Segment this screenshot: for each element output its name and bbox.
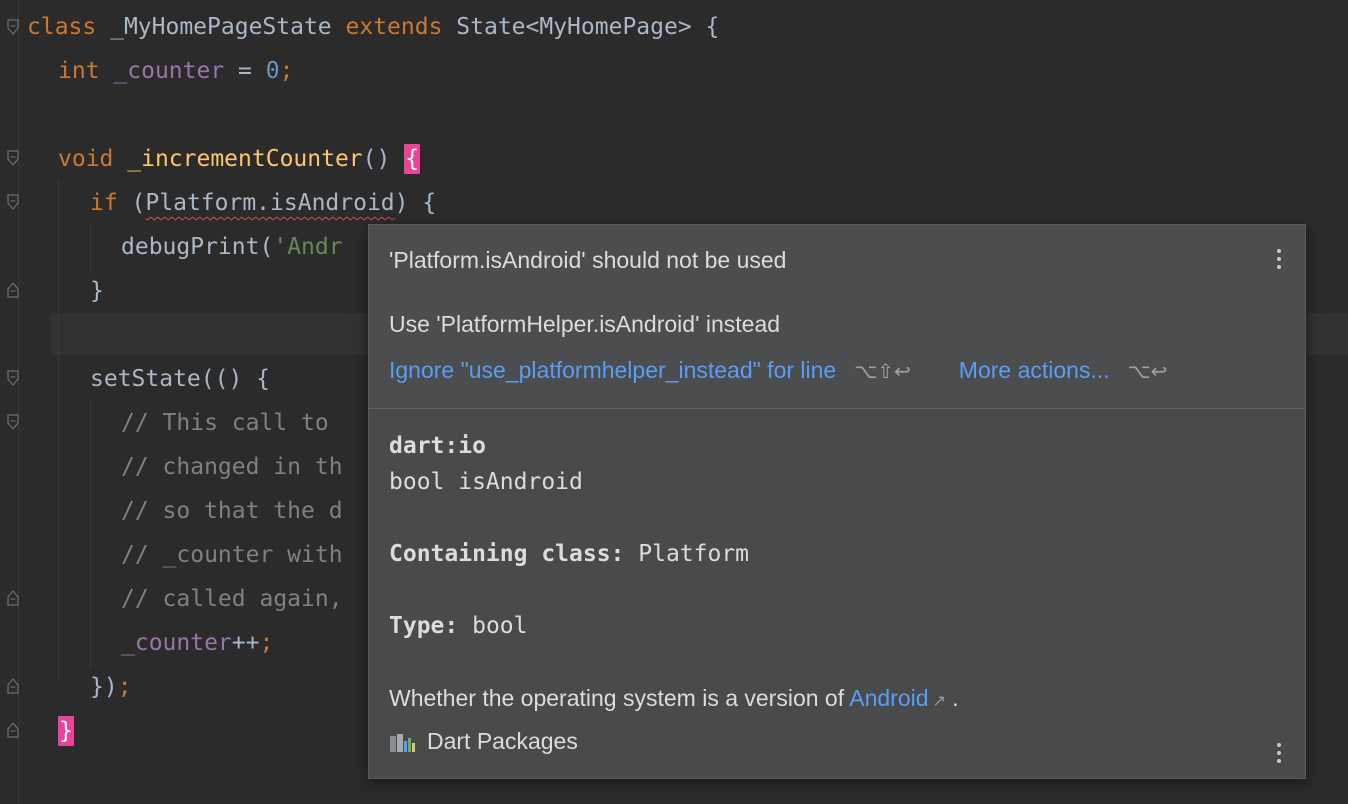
code-line-method-end[interactable]: }	[58, 709, 74, 753]
string-literal: 'Andr	[273, 234, 343, 260]
doc-description: Whether the operating system is a versio…	[389, 685, 959, 712]
description-end: .	[945, 685, 959, 711]
params: ()	[362, 146, 405, 172]
more-actions-shortcut: ⌥↩	[1127, 359, 1168, 383]
field-name: _counter	[121, 630, 232, 656]
function-call: debugPrint	[121, 234, 260, 260]
closure-open: (() {	[200, 366, 271, 392]
type-label: Type:	[389, 613, 459, 639]
type-keyword: int	[58, 58, 100, 84]
doc-signature: bool isAndroid	[389, 469, 583, 495]
code-line-counter-field[interactable]: int _counter = 0;	[58, 49, 293, 93]
method-name: _incrementCounter	[127, 146, 363, 172]
external-link-icon: ↗	[932, 693, 946, 710]
matched-brace-highlight: }	[58, 716, 74, 746]
fold-collapse-icon[interactable]	[7, 19, 19, 35]
popup-documentation-section	[369, 409, 1305, 778]
semicolon: ;	[279, 58, 294, 84]
ignore-lint-link[interactable]: Ignore "use_platformhelper_instead" for …	[389, 357, 836, 383]
fold-end-icon[interactable]	[7, 590, 19, 606]
android-link[interactable]: Android	[849, 685, 928, 711]
number-literal: 0	[265, 58, 280, 84]
fold-collapse-icon[interactable]	[7, 370, 19, 386]
code-line-comment[interactable]: // _counter with	[121, 533, 343, 577]
code-line-increment[interactable]: _counter++;	[121, 621, 273, 665]
fold-end-icon[interactable]	[7, 722, 19, 738]
doc-source: Dart Packages	[389, 728, 578, 755]
code-line-comment[interactable]: // changed in th	[121, 445, 343, 489]
keyword: class	[27, 14, 97, 40]
indent-guide	[58, 180, 59, 680]
doc-type: Type: bool	[389, 613, 528, 639]
field-name: _counter	[113, 58, 225, 84]
code-line-close-brace[interactable]: }	[90, 269, 104, 313]
code-line-set-state[interactable]: setState(() {	[90, 357, 270, 401]
doc-library: dart:io	[389, 433, 486, 459]
code-line-if-statement[interactable]: if (Platform.isAndroid) {	[90, 181, 436, 225]
containing-class-label: Containing class:	[389, 541, 625, 567]
inspection-popup[interactable]: 'Platform.isAndroid' should not be used …	[368, 224, 1306, 779]
more-options-icon[interactable]	[1275, 247, 1283, 275]
superclass: State<MyHomePage> {	[442, 14, 720, 40]
code-line-closure-end[interactable]: });	[90, 665, 132, 709]
fold-collapse-icon[interactable]	[7, 150, 19, 166]
matched-brace-highlight: {	[404, 144, 421, 174]
quick-actions-row: Ignore "use_platformhelper_instead" for …	[389, 357, 1167, 384]
more-actions-link[interactable]: More actions...	[959, 357, 1110, 383]
keyword: extends	[345, 14, 443, 40]
brace: }	[90, 278, 104, 304]
code-line-comment[interactable]: // called again,	[121, 577, 343, 621]
lint-warning-expression[interactable]: Platform.isAndroid	[145, 190, 394, 216]
indent-guide	[90, 224, 91, 274]
closure-close: })	[90, 674, 118, 700]
paren-close: ) {	[394, 190, 437, 216]
operator: ++	[231, 630, 260, 656]
problem-suggestion: Use 'PlatformHelper.isAndroid' instead	[389, 311, 781, 337]
code-editor[interactable]: class _MyHomePageState extends State<MyH…	[0, 0, 1348, 804]
operator: =	[224, 58, 266, 84]
paren-open: (	[259, 234, 274, 260]
fold-collapse-icon[interactable]	[7, 194, 19, 210]
source-label: Dart Packages	[427, 728, 578, 754]
keyword: if	[90, 190, 118, 216]
code-line-class-decl[interactable]: class _MyHomePageState extends State<MyH…	[27, 5, 719, 49]
fold-collapse-icon[interactable]	[7, 414, 19, 430]
doc-containing-class: Containing class: Platform	[389, 541, 749, 567]
fold-end-icon[interactable]	[7, 282, 19, 298]
class-name: _MyHomePageState	[96, 14, 346, 40]
semicolon: ;	[259, 630, 274, 656]
code-line-comment[interactable]: // so that the d	[121, 489, 343, 533]
problem-title: 'Platform.isAndroid' should not be used	[389, 247, 787, 273]
paren-open: (	[117, 190, 146, 216]
semicolon: ;	[117, 674, 132, 700]
indent-guide	[90, 400, 91, 668]
code-line-method-decl[interactable]: void _incrementCounter() {	[58, 137, 421, 181]
description-text: Whether the operating system is a versio…	[389, 685, 850, 711]
fold-end-icon[interactable]	[7, 678, 19, 694]
code-line-comment[interactable]: // This call to	[121, 401, 329, 445]
keyword: void	[58, 146, 114, 172]
library-icon	[389, 731, 419, 753]
ignore-shortcut: ⌥⇧↩	[854, 359, 911, 383]
more-options-icon[interactable]	[1275, 741, 1283, 769]
type-value: bool	[458, 613, 528, 639]
containing-class-value: Platform	[624, 541, 750, 567]
code-line-debug-print[interactable]: debugPrint('Andr	[121, 225, 343, 269]
function-call: setState	[90, 366, 201, 392]
